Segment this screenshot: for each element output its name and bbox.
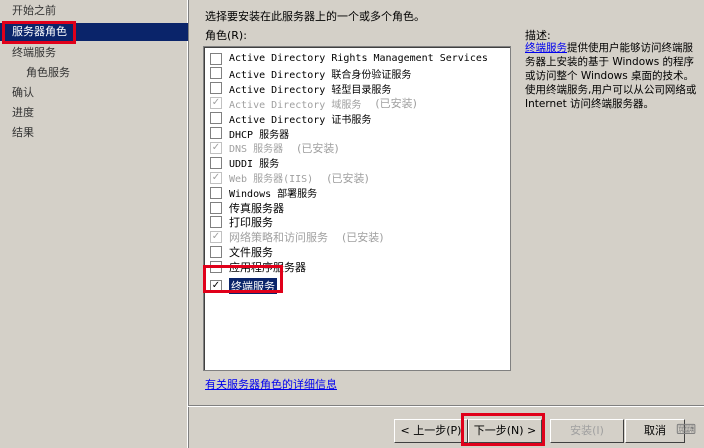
step-results[interactable]: 结果 <box>12 124 34 142</box>
install-button[interactable]: 安装(I) <box>550 419 624 443</box>
role-item[interactable]: 打印服务 <box>210 215 273 230</box>
role-label: Active Directory 域服务 <box>229 99 362 111</box>
role-item[interactable]: UDDI 服务 <box>210 155 279 170</box>
installed-status: (已安装) <box>297 141 339 155</box>
step-terminal-services[interactable]: 终端服务 <box>12 44 56 62</box>
role-label: 终端服务 <box>229 278 277 294</box>
role-checkbox[interactable] <box>210 156 222 169</box>
role-label: 文件服务 <box>229 246 273 260</box>
footer-divider <box>188 405 704 407</box>
role-item: ✓ 网络策略和访问服务 (已安装) <box>210 230 384 245</box>
role-item[interactable]: 文件服务 <box>210 245 273 260</box>
keyboard-icon: ⌨ <box>675 422 697 438</box>
role-item[interactable]: DHCP 服务器 <box>210 126 289 141</box>
role-label: Active Directory 联合身份验证服务 <box>229 69 412 81</box>
step-before-you-begin[interactable]: 开始之前 <box>12 2 56 20</box>
step-confirmation[interactable]: 确认 <box>12 84 34 102</box>
step-server-roles[interactable]: 服务器角色 <box>0 23 188 41</box>
role-item[interactable]: Active Directory 轻型目录服务 <box>210 81 391 96</box>
role-item[interactable]: ✓ 终端服务 <box>210 278 277 294</box>
role-checkbox: ✓ <box>210 231 222 244</box>
role-checkbox: ✓ <box>210 141 222 154</box>
role-checkbox[interactable] <box>210 246 222 259</box>
installed-status: (已安装) <box>342 231 384 245</box>
installed-status: (已安装) <box>375 97 417 111</box>
role-checkbox[interactable] <box>210 261 222 274</box>
role-item: ✓ Web 服务器(IIS) (已安装) <box>210 170 369 185</box>
more-info-link[interactable]: 有关服务器角色的详细信息 <box>205 376 337 392</box>
role-item: ✓ DNS 服务器 (已安装) <box>210 140 339 155</box>
role-label: Active Directory 轻型目录服务 <box>229 84 392 96</box>
role-checkbox[interactable] <box>210 112 222 125</box>
role-label: UDDI 服务 <box>229 159 280 171</box>
role-checkbox: ✓ <box>210 171 222 184</box>
instruction-text: 选择要安装在此服务器上的一个或多个角色。 <box>205 10 425 23</box>
role-checkbox[interactable] <box>210 67 222 80</box>
description-text: 终端服务提供使用户能够访问终端服务器上安装的基于 Windows 的程序或访问整… <box>525 41 700 111</box>
role-label: 网络策略和访问服务 <box>229 231 328 245</box>
roles-label: 角色(R): <box>205 29 247 42</box>
step-role-services[interactable]: 角色服务 <box>26 64 70 82</box>
back-button[interactable]: < 上一步(P) <box>394 419 468 443</box>
wizard-steps-sidebar: 开始之前 服务器角色 终端服务 角色服务 确认 进度 结果 <box>0 0 188 448</box>
role-checkbox: ✓ <box>210 97 222 110</box>
role-checkbox[interactable] <box>210 82 222 95</box>
role-item[interactable]: Windows 部署服务 <box>210 185 317 200</box>
role-label: 传真服务器 <box>229 201 284 215</box>
role-label: Windows 部署服务 <box>229 189 318 201</box>
role-checkbox[interactable] <box>210 216 222 229</box>
step-progress[interactable]: 进度 <box>12 104 34 122</box>
role-item[interactable]: Active Directory 证书服务 <box>210 111 371 126</box>
role-item[interactable]: 传真服务器 <box>210 200 284 215</box>
roles-list[interactable]: Active Directory Rights Management Servi… <box>203 46 511 371</box>
role-checkbox[interactable] <box>210 127 222 139</box>
role-item[interactable]: 应用程序服务器 <box>210 260 306 275</box>
role-checkbox[interactable] <box>210 186 222 199</box>
role-checkbox[interactable] <box>210 201 222 214</box>
terminal-services-link[interactable]: 终端服务 <box>525 42 567 54</box>
role-label: 打印服务 <box>229 216 273 230</box>
role-item: ✓ Active Directory 域服务 (已安装) <box>210 96 417 111</box>
role-label: Active Directory Rights Management Servi… <box>229 53 488 64</box>
next-button[interactable]: 下一步(N) > <box>468 419 542 443</box>
role-checkbox[interactable] <box>210 52 222 65</box>
role-label: Web 服务器(IIS) <box>229 174 314 186</box>
role-label: DNS 服务器 <box>229 144 284 156</box>
role-label: Active Directory 证书服务 <box>229 114 372 126</box>
role-label: DHCP 服务器 <box>229 129 290 141</box>
role-item[interactable]: Active Directory 联合身份验证服务 <box>210 66 411 81</box>
role-label: 应用程序服务器 <box>229 261 306 275</box>
role-checkbox[interactable]: ✓ <box>210 280 222 292</box>
installed-status: (已安装) <box>327 171 369 185</box>
role-item[interactable]: Active Directory Rights Management Servi… <box>210 51 488 66</box>
